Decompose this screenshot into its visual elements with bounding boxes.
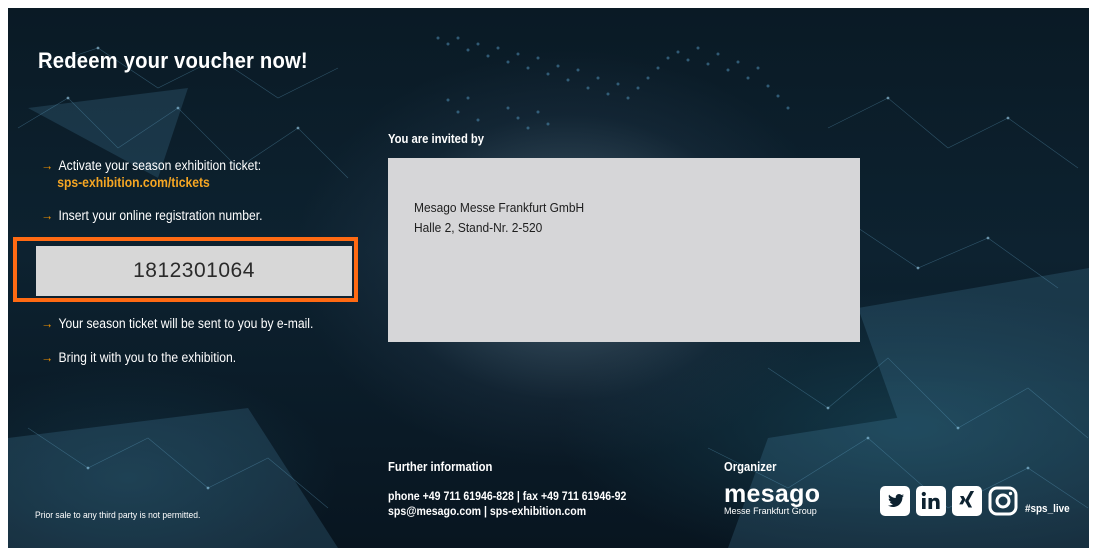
inviter-company: Mesago Messe Frankfurt GmbH: [414, 200, 585, 215]
inviter-stand: Halle 2, Stand-Nr. 2-520: [414, 220, 543, 235]
phone-line: phone +49 711 61946-828 | fax +49 711 61…: [388, 489, 627, 503]
step-email-text: Your season ticket will be sent to you b…: [58, 316, 314, 331]
step-bring-text: Bring it with you to the exhibition.: [58, 350, 237, 365]
social-links: #sps_live: [880, 486, 1075, 516]
disclaimer: Prior sale to any third party is not per…: [35, 510, 201, 521]
voucher-card: Redeem your voucher now! → Activate your …: [8, 8, 1089, 548]
hashtag: #sps_live: [1025, 503, 1070, 515]
page-title: Redeem your voucher now!: [38, 48, 308, 73]
step-insert: → Insert your online registration number.: [41, 208, 263, 223]
invited-label: You are invited by: [388, 132, 485, 146]
further-info-label: Further information: [388, 460, 493, 474]
mesago-subtitle: Messe Frankfurt Group: [724, 506, 817, 517]
instagram-icon[interactable]: [988, 486, 1018, 516]
mesago-logo: mesago Messe Frankfurt Group: [724, 480, 822, 518]
xing-icon[interactable]: [952, 486, 982, 516]
arrow-right-icon: →: [41, 208, 54, 223]
email-line[interactable]: sps@mesago.com | sps-exhibition.com: [388, 504, 626, 519]
step-insert-text: Insert your online registration number.: [58, 208, 263, 223]
linkedin-icon[interactable]: [916, 486, 946, 516]
arrow-right-icon: →: [41, 316, 54, 331]
tickets-link[interactable]: sps-exhibition.com/tickets: [57, 175, 261, 190]
arrow-right-icon: →: [41, 350, 54, 365]
mesago-wordmark: mesago: [724, 480, 821, 508]
invitation-box: Mesago Messe Frankfurt GmbH Halle 2, Sta…: [388, 158, 860, 342]
contact-info: phone +49 711 61946-828 | fax +49 711 61…: [388, 489, 626, 519]
arrow-right-icon: →: [41, 158, 54, 173]
step-email: → Your season ticket will be sent to you …: [41, 316, 313, 331]
twitter-icon[interactable]: [880, 486, 910, 516]
organizer-label: Organizer: [724, 460, 777, 474]
step-activate-text: Activate your season exhibition ticket:: [58, 158, 262, 173]
step-bring: → Bring it with you to the exhibition.: [41, 350, 236, 365]
registration-number: 1812301064: [36, 246, 352, 296]
invitation-text: Mesago Messe Frankfurt GmbH Halle 2, Sta…: [414, 198, 584, 238]
step-activate: → Activate your season exhibition ticket:…: [41, 158, 261, 190]
